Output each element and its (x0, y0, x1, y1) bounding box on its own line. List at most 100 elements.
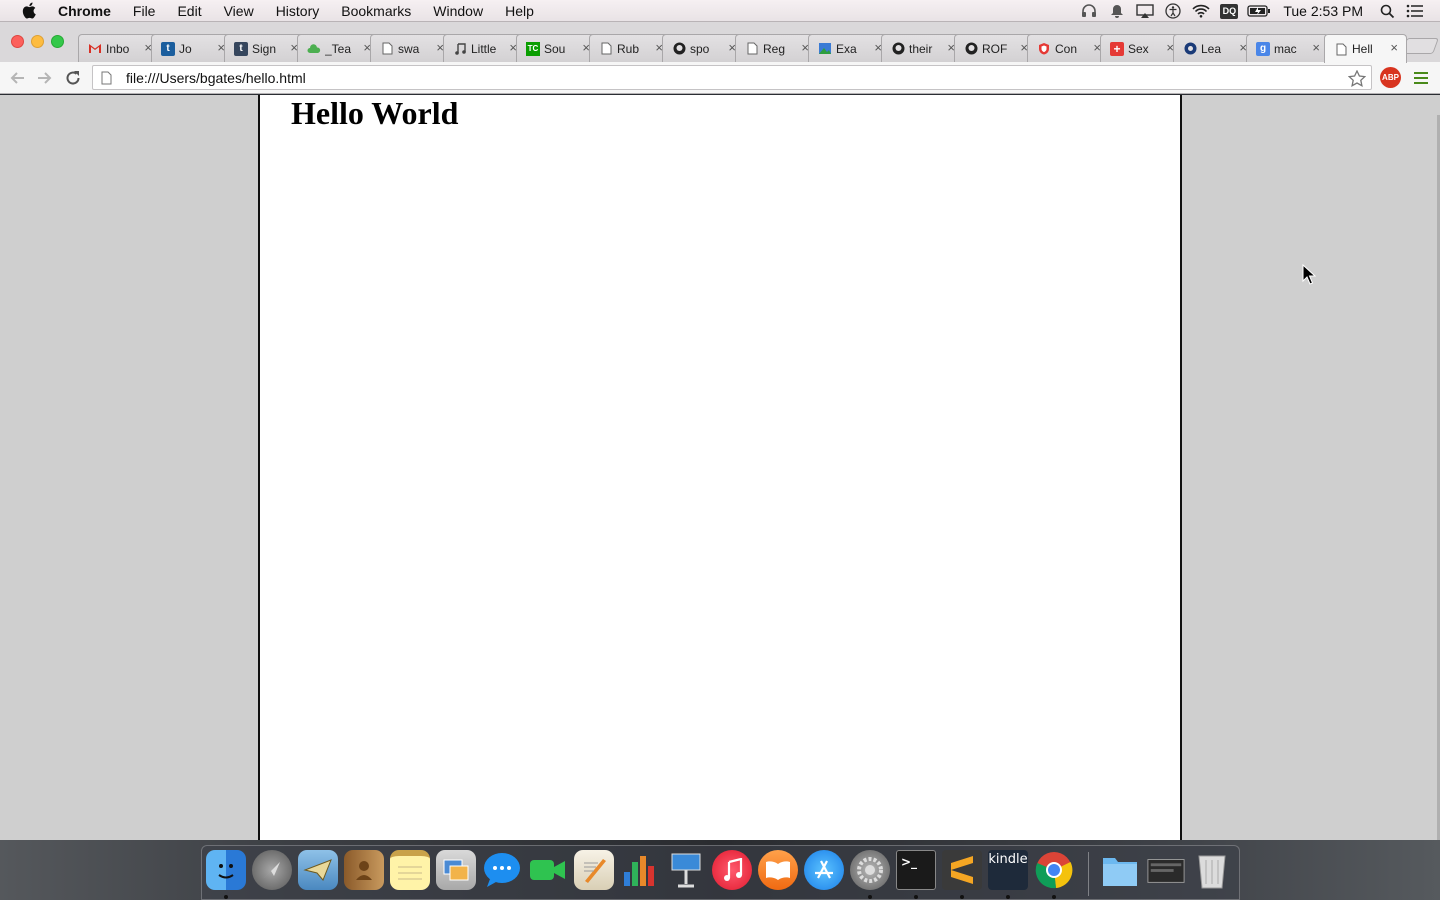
tab-github[interactable]: ROF × (954, 34, 1037, 62)
downloads-folder-icon[interactable] (1100, 850, 1140, 890)
app-store-icon[interactable] (804, 850, 844, 890)
facetime-icon[interactable] (528, 850, 568, 890)
tab-title: swa (398, 41, 420, 56)
window-close-button[interactable] (11, 35, 24, 48)
launchpad-icon[interactable] (252, 850, 292, 890)
page-viewport: Hello World (0, 95, 1440, 840)
tab-shield[interactable]: Con × (1027, 34, 1110, 62)
terminal-icon[interactable]: >_ (896, 850, 936, 890)
tab-document[interactable]: Reg × (735, 34, 818, 62)
preview-icon[interactable] (436, 850, 476, 890)
menu-edit[interactable]: Edit (166, 0, 212, 22)
running-indicator (960, 895, 964, 899)
address-bar[interactable]: file:///Users/bgates/hello.html (92, 65, 1372, 90)
headphones-icon[interactable] (1078, 0, 1100, 22)
google-icon: g (1256, 41, 1270, 56)
tab-close-icon[interactable]: × (1390, 41, 1398, 55)
reload-icon[interactable] (62, 67, 84, 89)
trash-icon[interactable] (1192, 850, 1232, 890)
tab-cloud[interactable]: _Tea × (297, 34, 380, 62)
window-minimize-button[interactable] (31, 35, 44, 48)
airplay-icon[interactable] (1134, 0, 1156, 22)
forward-arrow-icon[interactable] (34, 67, 56, 89)
tab-techcrunch[interactable]: TC Sou × (516, 34, 599, 62)
spotlight-search-icon[interactable] (1376, 0, 1398, 22)
tab-document[interactable]: swa × (370, 34, 453, 62)
tab-title: Inbo (106, 41, 130, 56)
github-icon (964, 42, 978, 56)
menu-view[interactable]: View (213, 0, 265, 22)
bookmark-star-icon[interactable] (1347, 68, 1367, 88)
menu-help[interactable]: Help (494, 0, 545, 22)
tab-trello[interactable]: t Jo × (151, 34, 234, 62)
tab-plus[interactable]: + Sex × (1100, 34, 1183, 62)
numbers-icon[interactable] (620, 850, 660, 890)
adblock-plus-icon[interactable]: ABP (1380, 67, 1401, 88)
notification-center-icon[interactable] (1404, 0, 1426, 22)
ibooks-icon[interactable] (758, 850, 798, 890)
document-icon (745, 42, 759, 56)
messages-icon[interactable] (482, 850, 522, 890)
itunes-icon[interactable] (712, 850, 752, 890)
system-preferences-icon[interactable] (850, 850, 890, 890)
menu-bookmarks[interactable]: Bookmarks (330, 0, 422, 22)
chrome-menu-icon[interactable] (1413, 70, 1429, 86)
tab-title: Little (471, 41, 497, 56)
wifi-icon[interactable] (1190, 0, 1212, 22)
tab-title: Exa (836, 41, 857, 56)
tab-picture[interactable]: Exa × (808, 34, 891, 62)
menu-window[interactable]: Window (422, 0, 494, 22)
back-arrow-icon[interactable] (6, 67, 28, 89)
notes-icon[interactable] (390, 850, 430, 890)
tc-icon: TC (526, 41, 540, 56)
screenshots-stack-icon[interactable] (1146, 850, 1186, 890)
tab-title: Sou (544, 41, 566, 56)
running-indicator (914, 895, 918, 899)
menu-clock[interactable]: Tue 2:53 PM (1283, 3, 1363, 19)
tab-title: Hell (1352, 42, 1373, 56)
menu-history[interactable]: History (265, 0, 331, 22)
kindle-icon[interactable]: kindle (988, 850, 1028, 890)
github-icon (891, 42, 905, 56)
apple-menu-icon[interactable] (18, 2, 40, 19)
trello-icon: t (161, 41, 175, 56)
document-icon (380, 42, 394, 56)
finder-icon[interactable] (206, 850, 246, 890)
tab-google[interactable]: g mac × (1246, 34, 1329, 62)
tab-music[interactable]: Little × (443, 34, 526, 62)
tab-title: _Tea (325, 41, 352, 56)
gmail-icon (88, 42, 102, 56)
blue-logo-icon (1183, 42, 1197, 56)
tab-gmail[interactable]: Inbo × (78, 34, 161, 62)
pages-icon[interactable] (574, 850, 614, 890)
mail-icon[interactable] (298, 850, 338, 890)
dq-icon[interactable]: DQ (1218, 0, 1240, 22)
page-body: Hello World (258, 95, 1182, 840)
keynote-icon[interactable] (666, 850, 706, 890)
tab-title: spo (690, 41, 710, 56)
menu-bar: Chrome File Edit View History Bookmarks … (0, 0, 1440, 22)
notification-bell-icon[interactable] (1106, 0, 1128, 22)
status-area: DQ Tue 2:53 PM (1075, 0, 1440, 22)
tumblr-icon: t (234, 41, 248, 56)
menu-file[interactable]: File (122, 0, 167, 22)
battery-icon[interactable] (1246, 0, 1272, 22)
sublime-text-icon[interactable] (942, 850, 982, 890)
browser-toolbar: file:///Users/bgates/hello.html ABP (0, 62, 1440, 94)
picture-icon (818, 42, 832, 56)
menu-app-chrome[interactable]: Chrome (58, 0, 122, 22)
tab-github[interactable]: spo × (662, 34, 745, 62)
tab-learn[interactable]: Lea × (1173, 34, 1256, 62)
tab-github[interactable]: their × (881, 34, 964, 62)
dock-separator (1088, 852, 1089, 896)
tab-document[interactable]: Rub × (589, 34, 672, 62)
running-indicator (868, 895, 872, 899)
accessibility-icon[interactable] (1162, 0, 1184, 22)
chrome-icon[interactable] (1034, 850, 1074, 890)
tab-tumblr[interactable]: t Sign × (224, 34, 307, 62)
window-fullscreen-button[interactable] (51, 35, 64, 48)
contacts-icon[interactable] (344, 850, 384, 890)
tab-close-icon[interactable]: × (1312, 41, 1320, 55)
tab-title: Rub (617, 41, 640, 56)
tab-hello-active[interactable]: Hell × (1324, 34, 1407, 63)
